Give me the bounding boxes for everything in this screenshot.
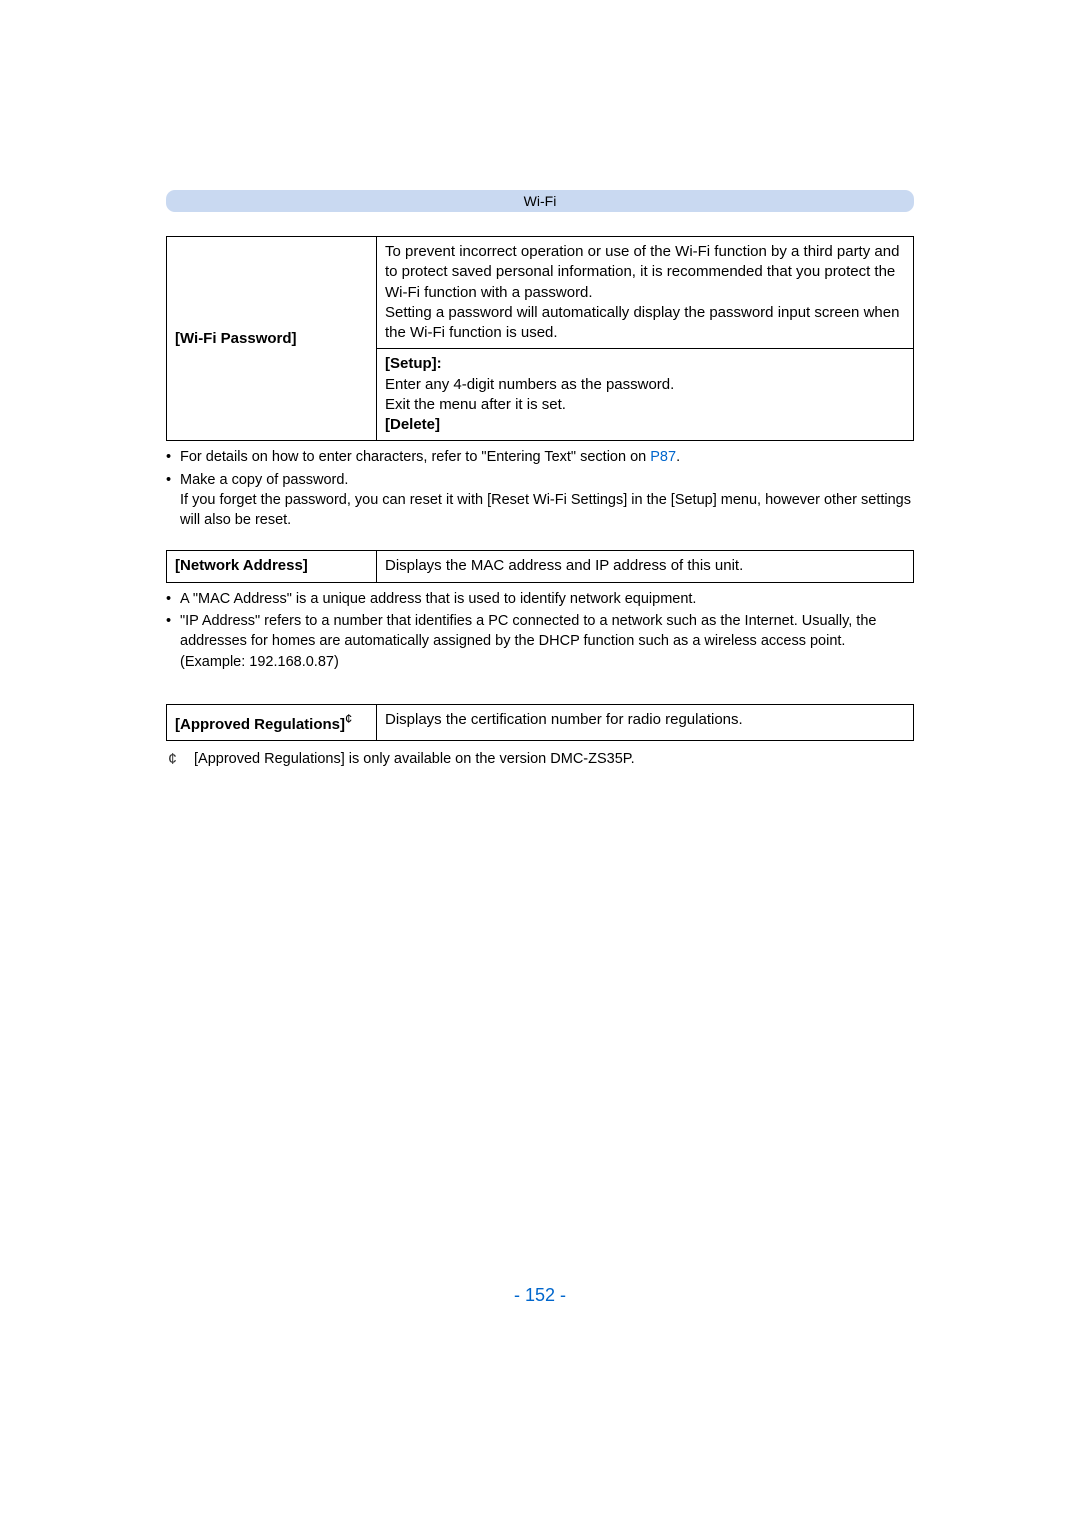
manual-page: Wi-Fi [Wi-Fi Password] To prevent incorr…	[0, 0, 1080, 1526]
network-address-notes: A "MAC Address" is a unique address that…	[166, 589, 914, 672]
wifi-password-desc: To prevent incorrect operation or use of…	[377, 237, 914, 349]
wifi-password-options: [Setup]: Enter any 4-digit numbers as th…	[377, 349, 914, 441]
page-number: - 152 -	[0, 1285, 1080, 1306]
approved-regulations-desc: Displays the certification number for ra…	[377, 704, 914, 740]
setup-text: Enter any 4-digit numbers as the passwor…	[385, 376, 674, 413]
star-icon: ¢	[345, 711, 352, 726]
note-entering-text: For details on how to enter characters, …	[166, 447, 914, 467]
delete-label: [Delete]	[385, 416, 440, 433]
setup-label: [Setup]:	[385, 355, 442, 372]
network-address-desc: Displays the MAC address and IP address …	[377, 551, 914, 582]
footnote: ¢ [Approved Regulations] is only availab…	[166, 751, 914, 769]
note-copy-line1: Make a copy of password.	[180, 472, 348, 488]
approved-reg-text: [Approved Regulations]	[175, 716, 345, 733]
wifi-password-table: [Wi-Fi Password] To prevent incorrect op…	[166, 236, 914, 441]
section-title: Wi-Fi	[524, 193, 557, 209]
approved-regulations-label: [Approved Regulations]¢	[167, 704, 377, 740]
footnote-text: [Approved Regulations] is only available…	[188, 751, 914, 767]
section-header: Wi-Fi	[166, 190, 914, 212]
note-suffix: .	[676, 449, 680, 465]
note-prefix: For details on how to enter characters, …	[180, 449, 650, 465]
approved-regulations-table: [Approved Regulations]¢ Displays the cer…	[166, 704, 914, 741]
wifi-password-notes: For details on how to enter characters, …	[166, 447, 914, 530]
network-address-label: [Network Address]	[167, 551, 377, 582]
footnote-star-icon: ¢	[166, 751, 188, 769]
note-ip-address: "IP Address" refers to a number that ide…	[166, 611, 914, 672]
page-link-p87[interactable]: P87	[650, 449, 676, 465]
note-mac-address: A "MAC Address" is a unique address that…	[166, 589, 914, 609]
note-copy-password: Make a copy of password. If you forget t…	[166, 470, 914, 531]
network-address-table: [Network Address] Displays the MAC addre…	[166, 550, 914, 582]
content-area: Wi-Fi [Wi-Fi Password] To prevent incorr…	[0, 0, 1080, 769]
note-copy-line2: If you forget the password, you can rese…	[180, 490, 914, 531]
wifi-password-label: [Wi-Fi Password]	[167, 237, 377, 441]
